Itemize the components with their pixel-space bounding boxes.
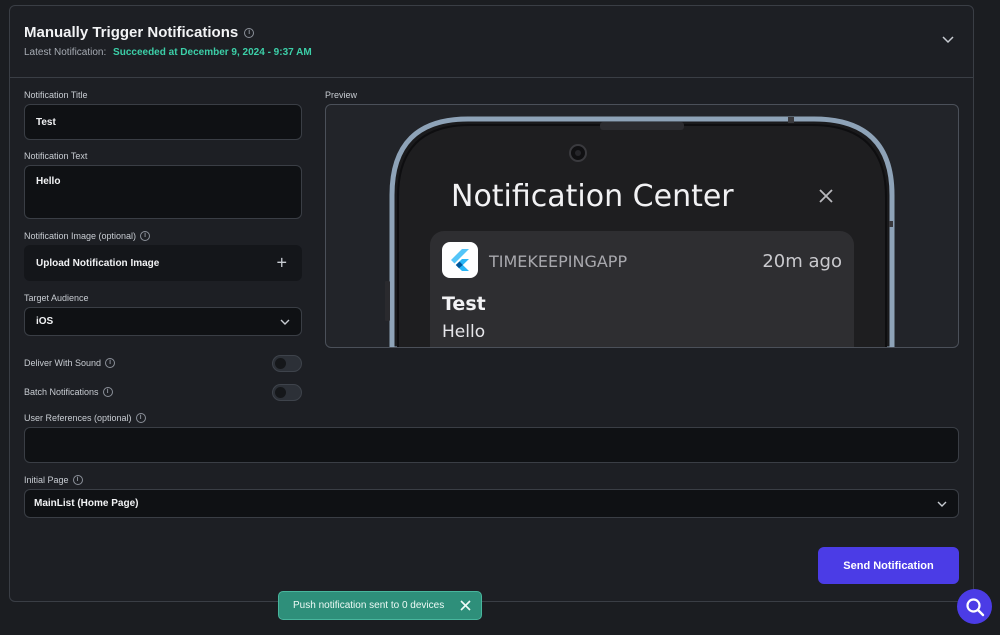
notification-title-label: Notification Title (24, 90, 88, 100)
chevron-down-icon (280, 319, 290, 325)
deliver-sound-label: Deliver With Sound i (24, 358, 116, 368)
panel-title-text: Manually Trigger Notifications (24, 24, 239, 41)
initial-page-select[interactable]: MainList (Home Page) (24, 489, 959, 518)
panel-title: Manually Trigger Notifications i (24, 24, 255, 41)
latest-notification: Latest Notification: Succeeded at Decemb… (24, 47, 312, 58)
toggle-knob (275, 358, 286, 369)
batch-notifications-label: Batch Notifications i (24, 387, 113, 397)
search-fab-button[interactable] (957, 589, 992, 624)
search-icon (965, 597, 984, 616)
info-icon[interactable]: i (135, 413, 146, 423)
send-notification-button[interactable]: Send Notification (818, 547, 959, 584)
notification-preview-body: Hello (442, 322, 486, 342)
chevron-down-icon (937, 501, 947, 507)
preview-frame: Notification Center TIMEKEEPINGAPP 20m a… (325, 104, 959, 348)
user-references-input[interactable] (24, 427, 959, 463)
notification-text-input[interactable]: Hello (24, 165, 302, 219)
info-icon[interactable]: i (105, 358, 116, 368)
close-icon[interactable] (819, 189, 833, 203)
info-icon[interactable]: i (72, 475, 83, 485)
panel-header[interactable]: Manually Trigger Notifications i Latest … (10, 6, 973, 78)
preview-label: Preview (325, 90, 358, 100)
notification-text-label: Notification Text (24, 151, 88, 161)
latest-notification-label: Latest Notification: (24, 47, 107, 58)
target-audience-label: Target Audience (24, 293, 89, 303)
initial-page-label: Initial Page i (24, 475, 83, 485)
flutter-logo-icon (451, 249, 469, 271)
toast-notification: Push notification sent to 0 devices (278, 591, 482, 620)
upload-image-button[interactable]: Upload Notification Image + (24, 245, 302, 281)
info-icon[interactable]: i (244, 27, 255, 38)
notification-title-input[interactable]: Test (24, 104, 302, 140)
close-icon[interactable] (459, 599, 472, 612)
notification-preview-title: Test (442, 293, 486, 315)
plus-icon: + (276, 252, 287, 273)
info-icon[interactable]: i (140, 231, 151, 241)
time-ago: 20m ago (762, 251, 842, 272)
batch-notifications-toggle[interactable] (272, 384, 302, 401)
notification-center-title: Notification Center (451, 179, 734, 214)
latest-notification-status: Succeeded at December 9, 2024 - 9:37 AM (113, 47, 312, 58)
target-audience-select[interactable]: iOS (24, 307, 302, 336)
info-icon[interactable]: i (102, 387, 113, 397)
deliver-sound-toggle[interactable] (272, 355, 302, 372)
app-name: TIMEKEEPINGAPP (489, 252, 628, 271)
chevron-down-icon[interactable] (941, 32, 955, 46)
user-references-label: User References (optional) i (24, 413, 146, 423)
app-icon (442, 242, 478, 278)
toggle-knob (275, 387, 286, 398)
notification-card[interactable]: TIMEKEEPINGAPP 20m ago Test Hello (430, 231, 854, 347)
toast-message: Push notification sent to 0 devices (293, 600, 445, 611)
notification-image-label: Notification Image (optional) i (24, 231, 151, 241)
